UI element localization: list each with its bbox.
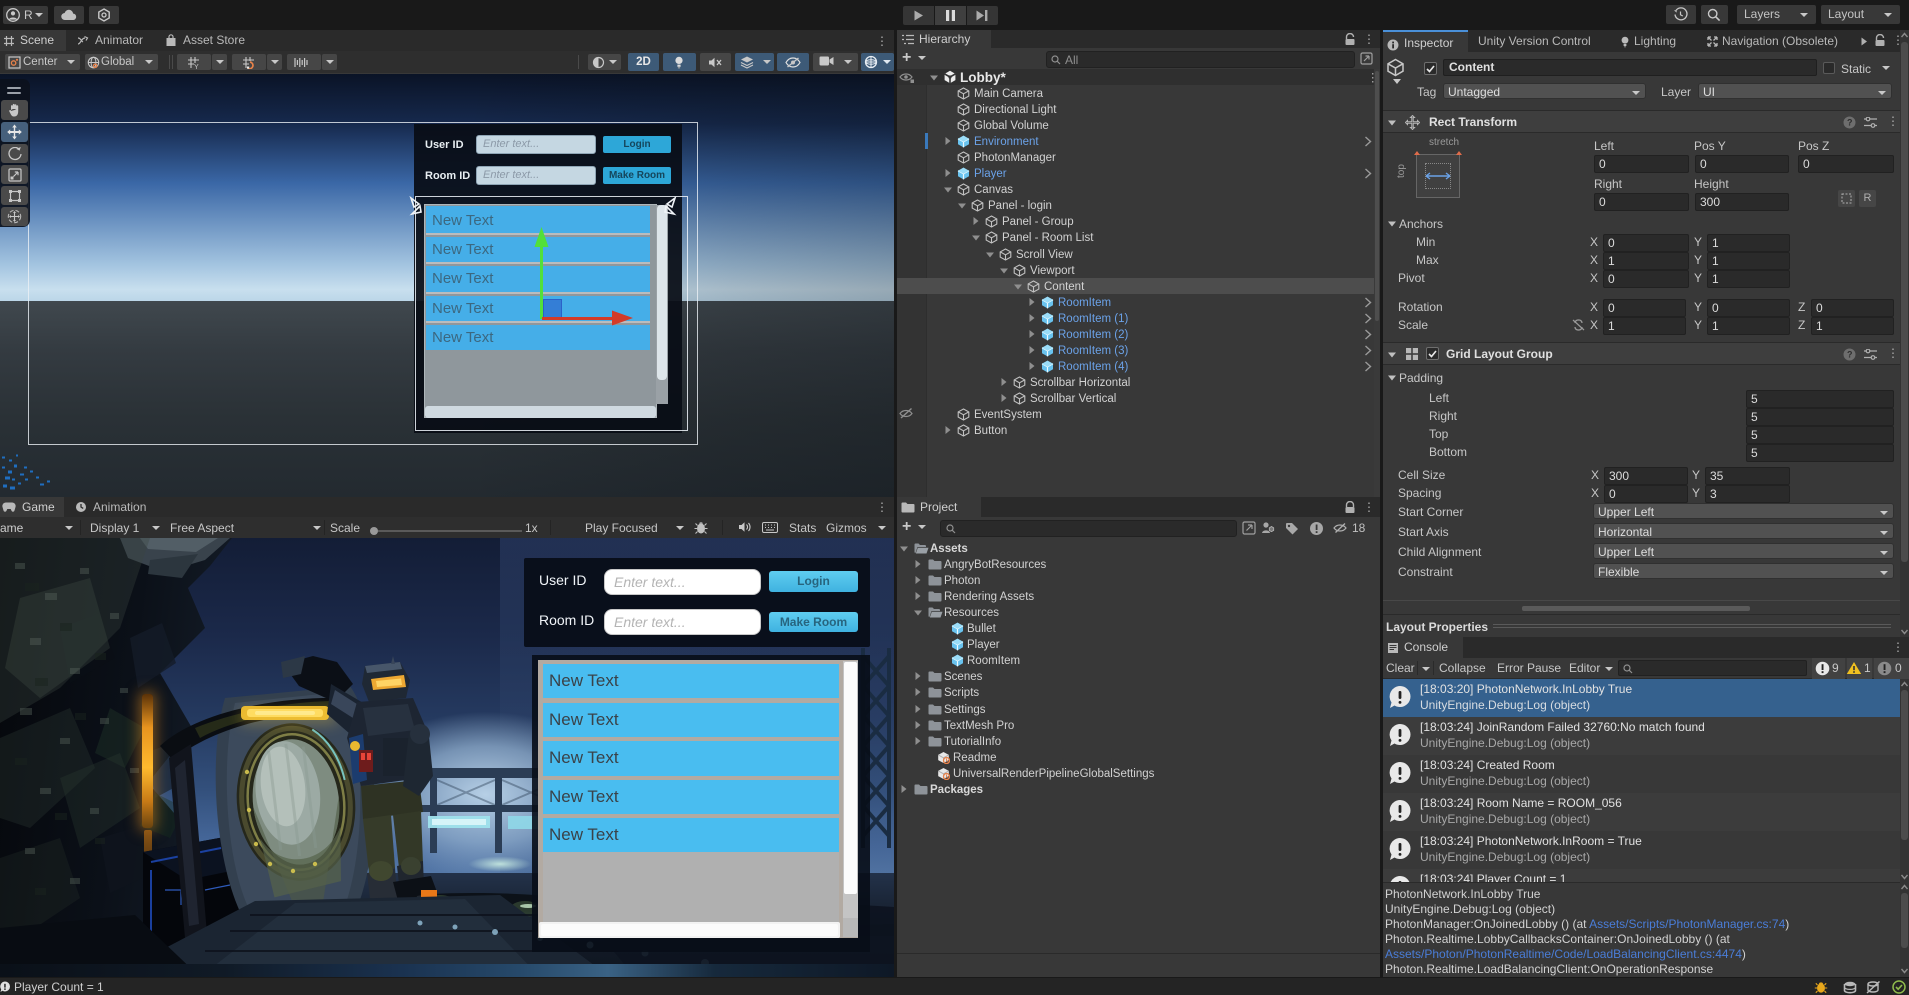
svg-text:Y: Y bbox=[194, 64, 199, 69]
svg-text:?: ? bbox=[1847, 118, 1853, 128]
svg-text:?: ? bbox=[1847, 350, 1853, 360]
